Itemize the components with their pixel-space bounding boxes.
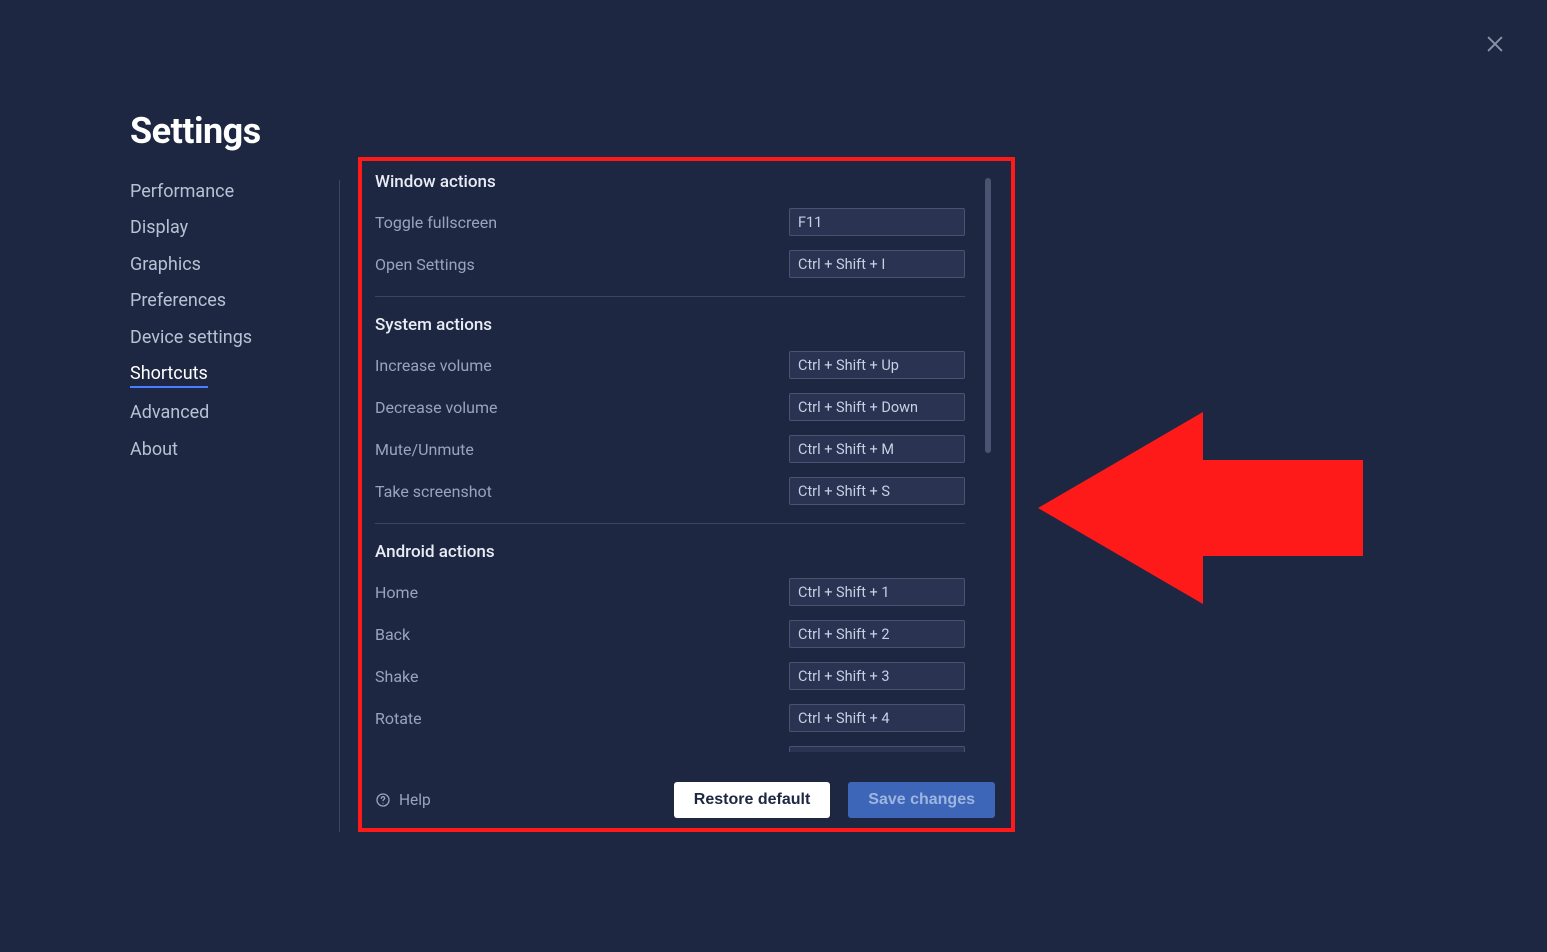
shortcut-row-mute-unmute: Mute/Unmute Ctrl + Shift + M [375,435,965,463]
sidebar-item-device-settings[interactable]: Device settings [130,326,340,349]
shortcut-input-take-screenshot[interactable]: Ctrl + Shift + S [789,477,965,505]
sidebar-item-preferences[interactable]: Preferences [130,289,340,312]
shortcuts-content: Window actions Toggle fullscreen F11 Open S… [375,172,990,752]
help-label: Help [399,791,431,809]
shortcut-label-open-settings: Open Settings [375,255,475,274]
shortcut-input-back[interactable]: Ctrl + Shift + 2 [789,620,965,648]
help-icon [375,792,391,808]
shortcut-input-rotate[interactable]: Ctrl + Shift + 4 [789,704,965,732]
shortcut-row-shake: Shake Ctrl + Shift + 3 [375,662,965,690]
close-button[interactable] [1481,30,1509,58]
shortcut-row-back: Back Ctrl + Shift + 2 [375,620,965,648]
save-changes-button[interactable]: Save changes [848,782,995,818]
shortcut-input-toggle-fullscreen[interactable]: F11 [789,208,965,236]
shortcut-label-mute-unmute: Mute/Unmute [375,440,474,459]
shortcut-row-open-settings: Open Settings Ctrl + Shift + I [375,250,965,278]
shortcut-input-increase-volume[interactable]: Ctrl + Shift + Up [789,351,965,379]
sidebar-item-performance[interactable]: Performance [130,180,340,203]
section-system-actions: System actions Increase volume Ctrl + Shif… [375,315,965,524]
sidebar-item-shortcuts[interactable]: Shortcuts [130,362,208,388]
shortcut-input-mute-unmute[interactable]: Ctrl + Shift + M [789,435,965,463]
shortcut-row-take-screenshot: Take screenshot Ctrl + Shift + S [375,477,965,505]
shortcut-label-take-screenshot: Take screenshot [375,482,492,501]
shortcut-label-increase-volume: Increase volume [375,356,492,375]
shortcut-input-shake[interactable]: Ctrl + Shift + 3 [789,662,965,690]
sidebar-item-display[interactable]: Display [130,216,340,239]
shortcut-label-back: Back [375,625,410,644]
section-android-actions: Android actions Home Ctrl + Shift + 1 Back C… [375,542,965,752]
shortcut-input-decrease-volume[interactable]: Ctrl + Shift + Down [789,393,965,421]
sidebar-item-about[interactable]: About [130,438,340,461]
shortcut-label-rotate: Rotate [375,709,422,728]
section-title-window-actions: Window actions [375,172,965,192]
help-link[interactable]: Help [375,791,431,809]
shortcut-label-shake: Shake [375,667,418,686]
shortcut-row-decrease-volume: Decrease volume Ctrl + Shift + Down [375,393,965,421]
restore-default-button[interactable]: Restore default [674,782,830,818]
shortcut-row-rotate: Rotate Ctrl + Shift + 4 [375,704,965,732]
divider [339,180,340,832]
shortcut-row-increase-volume: Increase volume Ctrl + Shift + Up [375,351,965,379]
page-title: Settings [130,110,261,152]
footer: Help Restore default Save changes [375,782,995,818]
close-icon [1484,33,1506,55]
shortcut-input-recent-apps[interactable]: Ctrl + Shift + 5 [789,746,965,752]
shortcut-row-recent-apps: Recent apps Ctrl + Shift + 5 [375,746,965,752]
settings-sidebar: Performance Display Graphics Preferences Dev… [130,180,340,461]
shortcut-row-toggle-fullscreen: Toggle fullscreen F11 [375,208,965,236]
shortcut-label-toggle-fullscreen: Toggle fullscreen [375,213,497,232]
sidebar-item-graphics[interactable]: Graphics [130,253,340,276]
annotation-arrow [1038,412,1363,604]
section-title-system-actions: System actions [375,315,965,335]
section-title-android-actions: Android actions [375,542,965,562]
shortcut-label-recent-apps: Recent apps [375,751,463,753]
shortcut-row-home: Home Ctrl + Shift + 1 [375,578,965,606]
section-window-actions: Window actions Toggle fullscreen F11 Open S… [375,172,965,297]
sidebar-item-advanced[interactable]: Advanced [130,401,340,424]
scrollbar[interactable] [985,178,991,453]
shortcut-input-home[interactable]: Ctrl + Shift + 1 [789,578,965,606]
shortcut-label-decrease-volume: Decrease volume [375,398,498,417]
shortcut-label-home: Home [375,583,418,602]
shortcut-input-open-settings[interactable]: Ctrl + Shift + I [789,250,965,278]
